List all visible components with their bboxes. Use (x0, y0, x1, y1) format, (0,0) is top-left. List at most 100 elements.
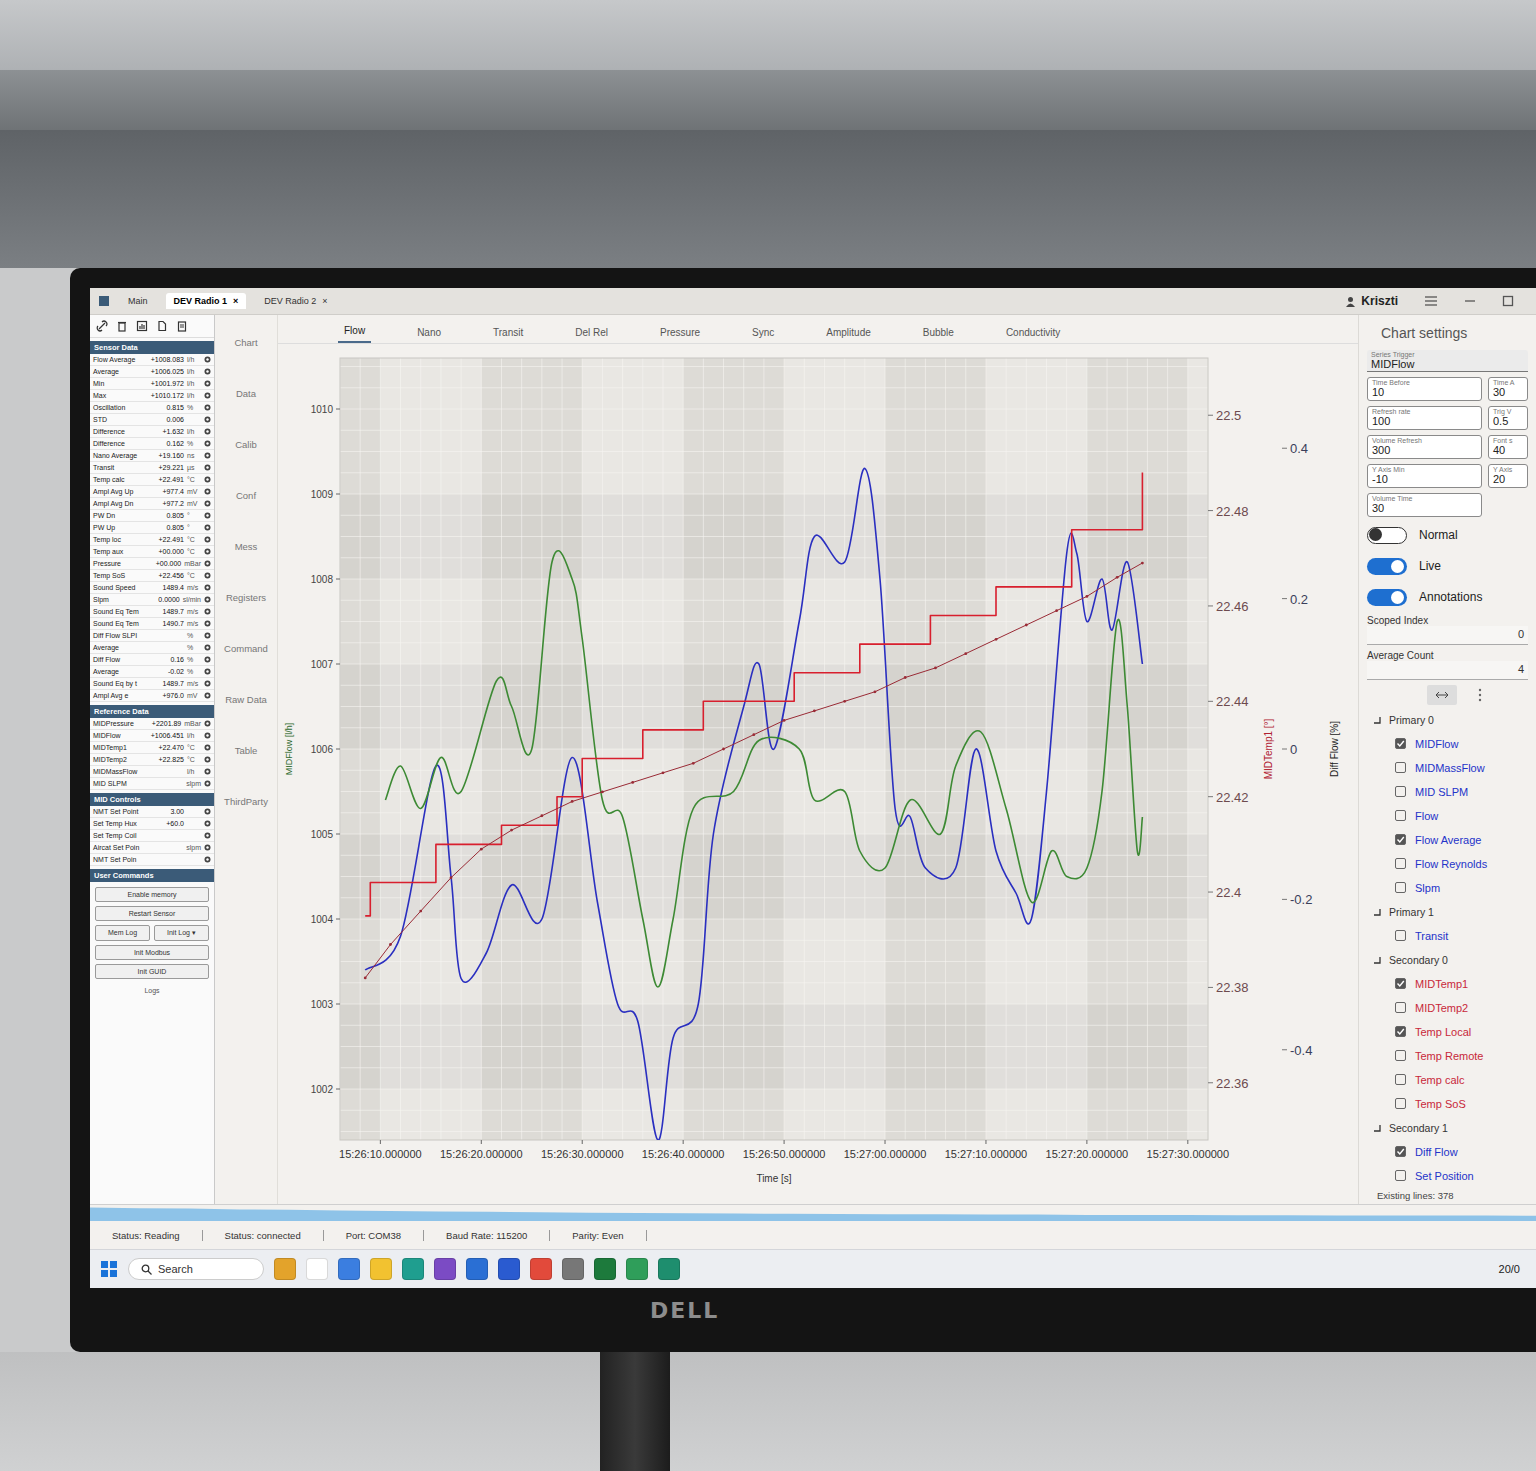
series-item[interactable]: Temp Remote (1367, 1046, 1528, 1065)
visibility-icon[interactable] (204, 632, 211, 639)
series-item[interactable]: Diff Flow (1367, 1142, 1528, 1161)
settings-field[interactable]: Volume Time30 (1367, 493, 1482, 517)
nav-item[interactable]: Calib (235, 439, 257, 450)
settings-field[interactable]: Font s40 (1488, 435, 1528, 459)
visibility-icon[interactable] (204, 780, 211, 787)
close-tab-button[interactable]: × (322, 296, 327, 306)
series-checkbox[interactable] (1395, 1026, 1406, 1037)
visibility-icon[interactable] (204, 644, 211, 651)
visibility-icon[interactable] (204, 856, 211, 863)
taskbar-app-icon[interactable] (562, 1258, 584, 1280)
visibility-icon[interactable] (204, 608, 211, 615)
settings-field[interactable]: Time A30 (1488, 377, 1528, 401)
expand-corner-icon[interactable] (1373, 908, 1381, 916)
series-item[interactable]: MIDFlow (1367, 734, 1528, 753)
taskbar-app-icon[interactable] (466, 1258, 488, 1280)
visibility-icon[interactable] (204, 680, 211, 687)
settings-field[interactable]: Y Axis20 (1488, 464, 1528, 488)
chart-icon[interactable] (136, 320, 148, 332)
series-checkbox[interactable] (1395, 978, 1406, 989)
visibility-icon[interactable] (204, 380, 211, 387)
visibility-icon[interactable] (204, 692, 211, 699)
nav-item[interactable]: Data (236, 388, 256, 399)
chart-tab[interactable]: Flow (338, 325, 371, 343)
series-item[interactable]: Temp calc (1367, 1070, 1528, 1089)
tree-group[interactable]: Secondary 1 (1367, 1118, 1528, 1137)
visibility-icon[interactable] (204, 844, 211, 851)
series-item[interactable]: Transit (1367, 926, 1528, 945)
nav-item[interactable]: ThirdParty (224, 796, 268, 807)
toggle-switch[interactable] (1367, 527, 1407, 544)
chart-tab[interactable]: Sync (746, 327, 780, 343)
visibility-icon[interactable] (204, 744, 211, 751)
series-item[interactable]: Flow Average (1367, 830, 1528, 849)
visibility-icon[interactable] (204, 536, 211, 543)
taskbar-app-icon[interactable] (306, 1258, 328, 1280)
nav-item[interactable]: Raw Data (225, 694, 267, 705)
visibility-icon[interactable] (204, 584, 211, 591)
visibility-icon[interactable] (204, 524, 211, 531)
command-button[interactable]: Restart Sensor (95, 906, 209, 921)
visibility-icon[interactable] (204, 404, 211, 411)
chart-tab[interactable]: Conductivity (1000, 327, 1066, 343)
tree-group[interactable]: Secondary 0 (1367, 950, 1528, 969)
visibility-icon[interactable] (204, 392, 211, 399)
taskbar-app-icon[interactable] (626, 1258, 648, 1280)
field-value[interactable]: 0 (1367, 626, 1528, 645)
menu-icon[interactable] (1424, 295, 1438, 307)
nav-item[interactable]: Mess (235, 541, 258, 552)
file-icon[interactable] (156, 320, 168, 332)
user[interactable]: Kriszti (1345, 294, 1398, 308)
maximize-icon[interactable] (1502, 295, 1514, 307)
visibility-icon[interactable] (204, 720, 211, 727)
toggle-switch[interactable] (1367, 558, 1407, 575)
minimize-icon[interactable] (1464, 295, 1476, 307)
visibility-icon[interactable] (204, 832, 211, 839)
visibility-icon[interactable] (204, 464, 211, 471)
series-checkbox[interactable] (1395, 1170, 1406, 1181)
windows-start-icon[interactable] (100, 1260, 118, 1278)
visibility-icon[interactable] (204, 808, 211, 815)
visibility-icon[interactable] (204, 820, 211, 827)
settings-field[interactable]: Volume Refresh300 (1367, 435, 1482, 459)
visibility-icon[interactable] (204, 656, 211, 663)
app-tab[interactable]: Main (120, 293, 156, 309)
command-button[interactable]: Init GUID (95, 964, 209, 979)
chart-tab[interactable]: Del Rel (569, 327, 614, 343)
series-checkbox[interactable] (1395, 1050, 1406, 1061)
taskbar-search[interactable]: Search (128, 1258, 264, 1280)
visibility-icon[interactable] (204, 668, 211, 675)
expand-corner-icon[interactable] (1373, 1124, 1381, 1132)
expand-button[interactable] (1427, 685, 1457, 705)
nav-item[interactable]: Conf (236, 490, 256, 501)
series-checkbox[interactable] (1395, 762, 1406, 773)
trash-icon[interactable] (116, 320, 128, 332)
series-checkbox[interactable] (1395, 1098, 1406, 1109)
taskbar-app-icon[interactable] (402, 1258, 424, 1280)
settings-field[interactable]: Trig V0.5 (1488, 406, 1528, 430)
app-tab[interactable]: DEV Radio 2× (256, 293, 335, 309)
tree-group[interactable]: Primary 0 (1367, 710, 1528, 729)
command-button[interactable]: Enable memory (95, 887, 209, 902)
series-checkbox[interactable] (1395, 1002, 1406, 1013)
chart-tab[interactable]: Pressure (654, 327, 706, 343)
toggle-switch[interactable] (1367, 589, 1407, 606)
series-checkbox[interactable] (1395, 834, 1406, 845)
visibility-icon[interactable] (204, 440, 211, 447)
series-item[interactable]: MIDTemp1 (1367, 974, 1528, 993)
taskbar-app-icon[interactable] (370, 1258, 392, 1280)
taskbar-app-icon[interactable] (498, 1258, 520, 1280)
series-item[interactable]: MIDTemp2 (1367, 998, 1528, 1017)
nav-item[interactable]: Chart (234, 337, 257, 348)
chart-tab[interactable]: Bubble (917, 327, 960, 343)
nav-item[interactable]: Table (235, 745, 258, 756)
chart-tab[interactable]: Nano (411, 327, 447, 343)
series-checkbox[interactable] (1395, 930, 1406, 941)
visibility-icon[interactable] (204, 452, 211, 459)
command-button[interactable]: Init Log ▾ (154, 925, 209, 941)
chart-tab[interactable]: Amplitude (820, 327, 876, 343)
visibility-icon[interactable] (204, 756, 211, 763)
field-value[interactable]: 4 (1367, 661, 1528, 680)
visibility-icon[interactable] (204, 428, 211, 435)
visibility-icon[interactable] (204, 512, 211, 519)
